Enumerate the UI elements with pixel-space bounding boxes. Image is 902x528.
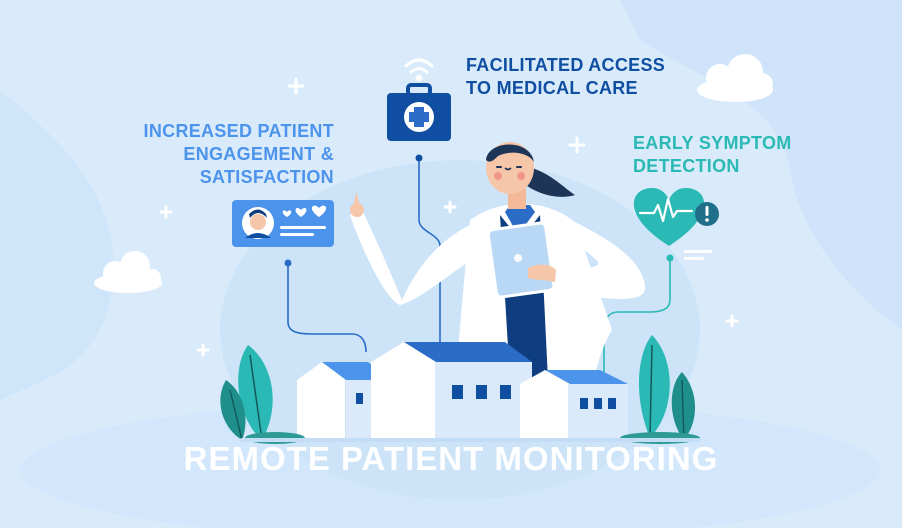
patient-card-icon: [232, 200, 334, 247]
benefit-label-access: FACILITATED ACCESS TO MEDICAL CARE: [466, 54, 665, 100]
benefit-label-symptom: EARLY SYMPTOM DETECTION: [633, 132, 792, 178]
connector-dot: [415, 154, 423, 162]
benefit-engagement-line2: ENGAGEMENT &: [183, 144, 334, 164]
main-title: REMOTE PATIENT MONITORING: [183, 440, 719, 477]
benefit-access-line1: FACILITATED ACCESS: [466, 55, 666, 75]
benefit-engagement-line1: INCREASED PATIENT: [143, 121, 334, 141]
bg-blob-left: [0, 90, 114, 400]
benefit-access-line2: TO MEDICAL CARE: [466, 78, 638, 98]
illustration-stage: FACILITATED ACCESS TO MEDICAL CARE INCRE…: [0, 0, 902, 528]
benefit-symptom-line1: EARLY SYMPTOM: [633, 133, 792, 153]
benefit-label-engagement: INCREASED PATIENT ENGAGEMENT & SATISFACT…: [100, 120, 334, 189]
alert-icon: [695, 202, 719, 226]
benefit-symptom-line2: DETECTION: [633, 156, 740, 176]
wifi-icon: [404, 58, 434, 82]
benefit-engagement-line3: SATISFACTION: [199, 167, 334, 187]
connector-dot: [666, 254, 674, 262]
medical-kit-icon: [387, 83, 451, 141]
connector-dot: [284, 259, 292, 267]
